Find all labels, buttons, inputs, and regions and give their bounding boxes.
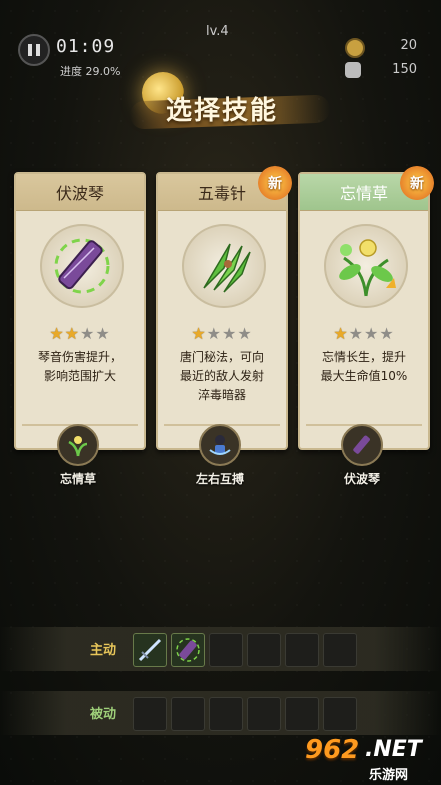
herb-icon xyxy=(324,224,408,308)
coin-count: 20 xyxy=(400,38,417,53)
card-description: 忘情长生，提升 最大生命值10% xyxy=(310,348,418,386)
card-title: 伏波琴 xyxy=(16,174,144,211)
coin-icon xyxy=(345,38,365,58)
star-filled-icon: ★ xyxy=(333,324,349,343)
title-banner: 选择技能 xyxy=(120,68,331,138)
star-filled-icon: ★ xyxy=(49,324,65,343)
skull-icon xyxy=(345,62,361,78)
guqin-icon xyxy=(40,224,124,308)
star-empty-icon: ★ xyxy=(222,324,238,343)
watermark-logo: 962 .NET 乐游网 xyxy=(305,735,437,783)
passive-label: 被动 xyxy=(90,707,117,722)
empty-slot[interactable] xyxy=(285,697,319,731)
star-empty-icon: ★ xyxy=(206,324,222,343)
description-line: 最大生命值10% xyxy=(320,369,408,383)
skill-card-3[interactable]: 忘情草 ★★★★ 忘情长生，提升 最大生命值10% 新 xyxy=(298,166,434,450)
star-empty-icon: ★ xyxy=(237,324,253,343)
poison-needles-icon xyxy=(182,224,266,308)
empty-slot[interactable] xyxy=(209,697,243,731)
combo-label: 伏波琴 xyxy=(343,472,380,486)
description-line: 淬毒暗器 xyxy=(197,388,246,402)
new-badge: 新 xyxy=(400,166,434,200)
empty-slot[interactable] xyxy=(323,697,357,731)
description-line: 唐门秘法，可向 xyxy=(179,350,264,364)
dual-fighter-icon xyxy=(199,424,241,466)
empty-slot[interactable] xyxy=(171,697,205,731)
herb-icon xyxy=(57,424,99,466)
combo-hint-3: 伏波琴 xyxy=(302,424,422,494)
active-skill-bar: 主动 xyxy=(0,627,441,671)
star-empty-icon: ★ xyxy=(80,324,96,343)
guqin-icon xyxy=(341,424,383,466)
star-empty-icon: ★ xyxy=(95,324,111,343)
empty-slot[interactable] xyxy=(285,633,319,667)
empty-slot[interactable] xyxy=(209,633,243,667)
description-line: 最近的敌人发射 xyxy=(179,369,264,383)
active-label: 主动 xyxy=(90,643,117,658)
star-filled-icon: ★ xyxy=(64,324,80,343)
combo-label: 忘情草 xyxy=(59,472,96,486)
pause-button[interactable] xyxy=(18,34,50,66)
timer: 01:09 xyxy=(56,36,116,57)
description-line: 影响范围扩大 xyxy=(43,369,116,383)
pause-icon xyxy=(28,44,32,56)
star-empty-icon: ★ xyxy=(364,324,380,343)
skill-card-2[interactable]: 五毒针 ★★★★ 唐门秘法，可向 最近的敌人发射 淬毒暗器 新 xyxy=(156,166,292,450)
empty-slot[interactable] xyxy=(247,697,281,731)
combo-hint-2: 左右互搏 xyxy=(160,424,280,494)
passive-skill-bar: 被动 xyxy=(0,691,441,735)
star-empty-icon: ★ xyxy=(348,324,364,343)
watermark-sub: 乐游网 xyxy=(369,768,409,783)
card-description: 琴音伤害提升， 影响范围扩大 xyxy=(26,348,134,386)
page-title: 选择技能 xyxy=(166,96,279,126)
description-line: 忘情长生，提升 xyxy=(321,350,406,364)
combo-label: 左右互搏 xyxy=(195,472,244,486)
combo-hint-1: 忘情草 xyxy=(18,424,138,494)
kill-count: 150 xyxy=(392,62,417,77)
watermark-domain: .NET xyxy=(365,737,422,762)
star-empty-icon: ★ xyxy=(379,324,395,343)
watermark-brand: 962 xyxy=(305,735,360,765)
skill-card-1[interactable]: 伏波琴 ★★★★ 琴音伤害提升， 影响范围扩大 xyxy=(14,172,146,450)
star-filled-icon: ★ xyxy=(191,324,207,343)
star-rating: ★★★★ xyxy=(158,324,286,343)
card-description: 唐门秘法，可向 最近的敌人发射 淬毒暗器 xyxy=(168,348,276,405)
star-rating: ★★★★ xyxy=(16,324,144,343)
empty-slot[interactable] xyxy=(247,633,281,667)
level-label: lv.4 xyxy=(206,24,229,39)
progress-text: 进度 29.0% xyxy=(60,65,121,78)
new-badge: 新 xyxy=(258,166,292,200)
sword-icon[interactable] xyxy=(133,633,167,667)
empty-slot[interactable] xyxy=(133,697,167,731)
empty-slot[interactable] xyxy=(323,633,357,667)
star-rating: ★★★★ xyxy=(300,324,428,343)
description-line: 琴音伤害提升， xyxy=(37,350,122,364)
guqin-icon[interactable] xyxy=(171,633,205,667)
